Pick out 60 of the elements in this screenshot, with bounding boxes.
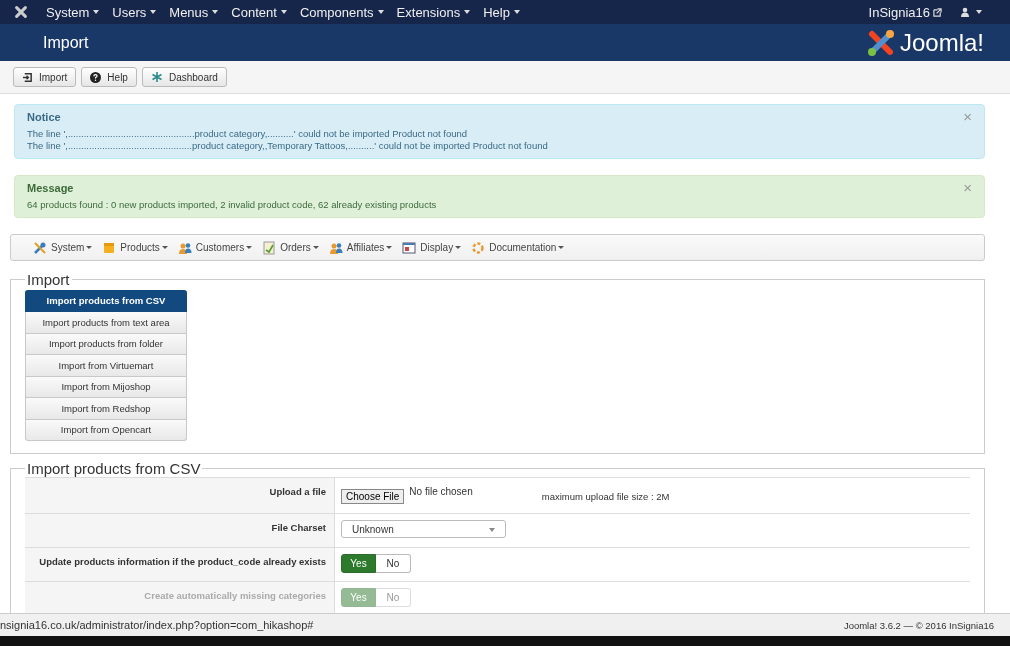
people-icon	[177, 240, 192, 255]
field-label: Update products information if the product_code already exists	[25, 548, 335, 581]
toolbar-button[interactable]: Help	[81, 67, 137, 87]
menu-item[interactable]: Content	[231, 4, 287, 20]
toggle-option-button[interactable]: No	[376, 554, 411, 573]
toolbar-button[interactable]: Import	[13, 67, 77, 87]
site-link[interactable]: InSignia16	[868, 4, 930, 20]
alert-title: Notice	[27, 111, 61, 123]
submenu-item[interactable]: System	[33, 240, 93, 255]
import-option-button[interactable]: Import from Opencart	[25, 419, 187, 441]
wrench-icon	[33, 240, 47, 255]
field-label: File Charset	[25, 514, 335, 547]
section-legend: Import products from CSV	[25, 460, 203, 477]
page-title: Import	[43, 33, 89, 52]
import-option-button[interactable]: Import from Virtuemart	[25, 355, 187, 377]
menu-item[interactable]: Components	[299, 4, 384, 20]
alert-title: Message	[27, 182, 74, 194]
help-icon	[90, 71, 102, 83]
upload-hint: maximum upload file size : 2M	[541, 491, 670, 502]
import-icon	[22, 71, 33, 83]
field-label: Create automatically missing categories	[25, 582, 335, 615]
window-icon	[402, 240, 417, 255]
status-url: nsignia16.co.uk/administrator/index.php?option=com_hikashop#	[0, 619, 314, 631]
menu-item[interactable]: Extensions	[396, 4, 471, 20]
people-icon	[328, 240, 343, 255]
submenu-item[interactable]: Display	[402, 240, 462, 255]
field-label: Upload a file	[25, 478, 335, 513]
toggle-option-button[interactable]: Yes	[341, 554, 376, 573]
joomla-logo-icon	[865, 27, 896, 58]
footer-text: Joomla! 3.6.2 — © 2016 InSignia16	[843, 619, 994, 631]
box-icon	[102, 240, 117, 255]
choose-file-button[interactable]: Choose File	[341, 489, 405, 504]
alert-message: 64 products found : 0 new products imported, 2 invalid product code, 62 already existing products	[27, 199, 437, 211]
submenu-item[interactable]: Affiliates	[328, 240, 393, 255]
menu-item[interactable]: Help	[483, 4, 520, 20]
import-option-button[interactable]: Import products from folder	[25, 333, 187, 355]
user-icon[interactable]	[960, 7, 970, 17]
joomla-logo-icon[interactable]	[14, 5, 28, 19]
import-option-button[interactable]: Import products from text area	[25, 312, 187, 334]
asterisk-icon	[150, 71, 163, 83]
alert-message: The line ',...............................................product category,,Temporary Tattoos,..........' could not be imported Product not found	[27, 140, 548, 152]
file-status: No file chosen	[409, 486, 473, 497]
charset-select[interactable]: Unknown	[341, 520, 506, 538]
import-option-button[interactable]: Import from Redshop	[25, 398, 187, 420]
import-option-button[interactable]: Import products from CSV	[25, 290, 187, 312]
menu-item[interactable]: System	[46, 4, 100, 20]
alert-message: The line ',................................................product category,..........' could not be imported Product not found	[27, 128, 468, 140]
submenu-item[interactable]: Customers	[177, 240, 253, 255]
menu-item[interactable]: Menus	[169, 4, 219, 20]
import-option-button[interactable]: Import from Mijoshop	[25, 376, 187, 398]
section-legend: Import	[25, 271, 72, 288]
ring-icon	[471, 240, 486, 255]
menu-item[interactable]: Users	[112, 4, 157, 20]
logo-text: Joomla!	[899, 28, 984, 57]
submenu-item[interactable]: Products	[102, 240, 168, 255]
external-link-icon	[933, 7, 942, 17]
submenu-item[interactable]: Orders	[262, 240, 319, 255]
document-icon	[262, 240, 277, 255]
toolbar-button[interactable]: Dashboard	[141, 67, 227, 87]
submenu-item[interactable]: Documentation	[471, 240, 565, 255]
